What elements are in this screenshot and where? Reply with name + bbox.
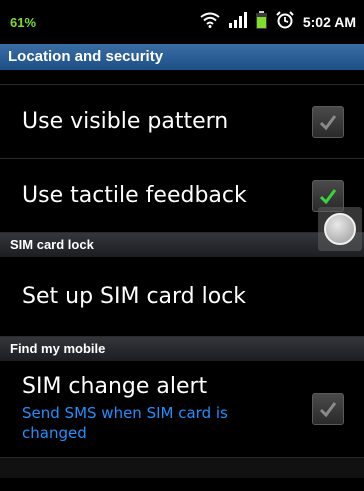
tactile-feedback-label: Use tactile feedback [22, 183, 247, 208]
setup-sim-lock-row[interactable]: Set up SIM card lock [0, 257, 364, 337]
touch-dot [324, 213, 356, 245]
sim-change-alert-summary: Send SMS when SIM card is changed [22, 404, 228, 442]
section-header-find-mobile: Find my mobile [0, 337, 364, 361]
sim-change-alert-checkbox[interactable] [312, 393, 344, 425]
next-row-partial [0, 458, 364, 478]
section-header-sim-lock: SIM card lock [0, 233, 364, 257]
setup-sim-lock-label: Set up SIM card lock [22, 284, 247, 309]
visible-pattern-checkbox[interactable] [312, 105, 344, 138]
status-notification-text: 61% [10, 14, 37, 30]
check-icon [319, 114, 337, 130]
signal-icon [228, 11, 247, 33]
page-title: Location and security [0, 44, 364, 70]
visible-pattern-label: Use visible pattern [22, 109, 229, 134]
wifi-icon [200, 12, 220, 33]
tactile-feedback-row[interactable]: Use tactile feedback [0, 159, 364, 233]
status-icons: 5:02 AM [200, 10, 356, 34]
check-icon [319, 188, 337, 204]
visible-pattern-row[interactable]: Use visible pattern [0, 85, 364, 159]
check-icon [319, 402, 337, 418]
alarm-icon [276, 10, 294, 34]
battery-icon [255, 10, 267, 34]
touch-indicator [318, 207, 362, 251]
status-time: 5:02 AM [302, 14, 356, 30]
list-spacer [0, 70, 364, 85]
status-bar: 61% 5:02 AM [0, 0, 364, 44]
settings-list: Use visible pattern Use tactile feedback… [0, 70, 364, 478]
sim-change-alert-row[interactable]: SIM change alert Send SMS when SIM card … [0, 361, 364, 458]
